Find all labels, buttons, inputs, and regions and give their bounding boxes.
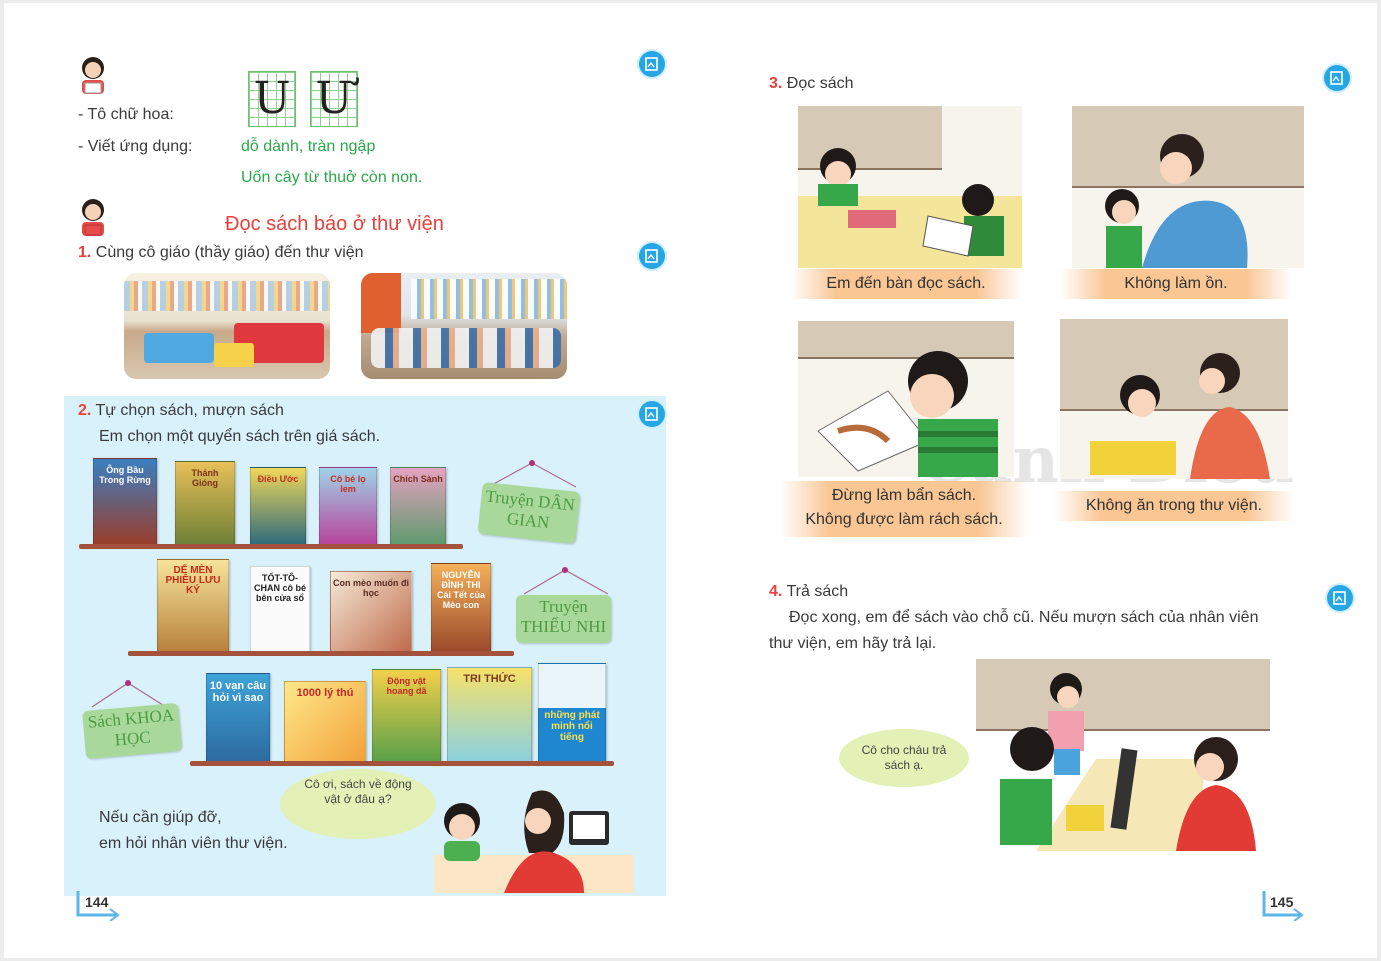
book[interactable]: Thánh Gióng bbox=[175, 461, 235, 546]
book[interactable]: Chích Sành bbox=[390, 467, 446, 546]
book[interactable]: Điều Ước bbox=[250, 467, 306, 546]
section3-heading: 3. Đọc sách bbox=[769, 75, 854, 92]
help-text-2: em hỏi nhân viên thư viện. bbox=[99, 835, 288, 852]
caption: Em đến bàn đọc sách. bbox=[790, 269, 1022, 299]
document-icon[interactable] bbox=[1327, 585, 1353, 611]
caption: Đừng làm bẩn sách. bbox=[831, 487, 977, 504]
help-text-1: Nếu cần giúp đỡ, bbox=[99, 809, 222, 826]
right-page: Cánh Diều 3. Đọc sách Em đến bàn đọc sác… bbox=[690, 3, 1377, 958]
viet-ung-dung-label: - Viết ứng dụng: bbox=[78, 138, 193, 155]
book[interactable]: Cô bé lọ lem bbox=[319, 467, 377, 546]
girl-reading-icon bbox=[82, 57, 104, 94]
book[interactable]: DẾ MÈN PHIÊU LƯU KÝ bbox=[157, 559, 229, 653]
book[interactable]: Con mèo muốn đi học bbox=[330, 571, 412, 653]
to-chu-hoa-label: - Tô chữ hoa: bbox=[78, 106, 174, 123]
speech-bubble: Cô cho cháu trả sách ạ. bbox=[839, 729, 969, 787]
left-page: - Tô chữ hoa: - Viết ứng dụng: U Ư dỗ dà… bbox=[4, 3, 690, 958]
caption: Không làm ồn. bbox=[1060, 269, 1292, 299]
section1-heading: 1. Cùng cô giáo (thầy giáo) đến thư viện bbox=[78, 244, 364, 261]
scene-quiet bbox=[1072, 106, 1304, 268]
caption: Không ăn trong thư viện. bbox=[1054, 491, 1294, 521]
book[interactable]: những phát minh nổi tiếng bbox=[538, 663, 606, 763]
bookshelf bbox=[190, 761, 614, 766]
scene-reading-table bbox=[798, 106, 1022, 268]
tag-dan-gian: Truyện DÂN GIAN bbox=[477, 482, 581, 544]
bookshelf bbox=[79, 544, 463, 549]
section2-heading: 2. Tự chọn sách, mượn sách bbox=[78, 402, 284, 419]
section4-line2: thư viện, em hãy trả lại. bbox=[769, 635, 937, 652]
caption: Không được làm rách sách. bbox=[805, 511, 1003, 528]
book[interactable]: NGUYỄN ĐÌNH THI Cái Tết của Mèo con bbox=[431, 563, 491, 653]
bookshelf bbox=[128, 651, 514, 656]
scene-no-eating bbox=[1060, 319, 1288, 479]
document-icon[interactable] bbox=[639, 51, 665, 77]
library-photo-2 bbox=[361, 273, 567, 379]
section4-heading: 4. Trả sách bbox=[769, 583, 849, 600]
tag-thieu-nhi: Truyện THIẾU NHI bbox=[516, 595, 611, 643]
library-photo-1 bbox=[124, 273, 330, 379]
letter-grid-u-horn: Ư bbox=[310, 71, 358, 127]
book[interactable]: 1000 lý thú bbox=[284, 681, 366, 763]
lesson-title: Đọc sách báo ở thư viện bbox=[225, 213, 444, 235]
document-icon[interactable] bbox=[1324, 65, 1350, 91]
sentence-line: Uốn cây từ thuở còn non. bbox=[241, 169, 423, 186]
scene-return-book bbox=[976, 659, 1270, 851]
document-icon[interactable] bbox=[639, 401, 665, 427]
book[interactable]: Động vật hoang dã bbox=[372, 669, 441, 763]
tag-khoa-hoc: Sách KHOA HỌC bbox=[82, 702, 182, 760]
book[interactable]: Ông Bầu Trong Rừng bbox=[93, 458, 157, 546]
word-line: dỗ dành, tràn ngập bbox=[241, 138, 376, 155]
book[interactable]: TỐT-TÔ-CHAN cô bé bên cửa sổ bbox=[250, 566, 310, 653]
girl-reading-icon bbox=[82, 199, 104, 236]
page-corner-icon bbox=[76, 891, 120, 921]
book[interactable]: TRI THỨC bbox=[447, 667, 532, 763]
document-icon[interactable] bbox=[639, 243, 665, 269]
tag-string bbox=[523, 567, 609, 595]
caption-double: Đừng làm bẩn sách. Không được làm rách s… bbox=[780, 481, 1028, 537]
page-corner-icon bbox=[1262, 891, 1304, 921]
book[interactable]: 10 vạn câu hỏi vì sao bbox=[206, 673, 270, 763]
speech-bubble: Cô ơi, sách về động vật ở đâu ạ? bbox=[280, 769, 436, 839]
librarian-scene bbox=[434, 790, 634, 893]
section2-subtitle: Em chọn một quyển sách trên giá sách. bbox=[99, 428, 381, 445]
section4-line1: Đọc xong, em để sách vào chỗ cũ. Nếu mượ… bbox=[789, 609, 1259, 626]
letter-grid-u: U bbox=[248, 71, 296, 127]
scene-dirty-book bbox=[798, 321, 1014, 477]
